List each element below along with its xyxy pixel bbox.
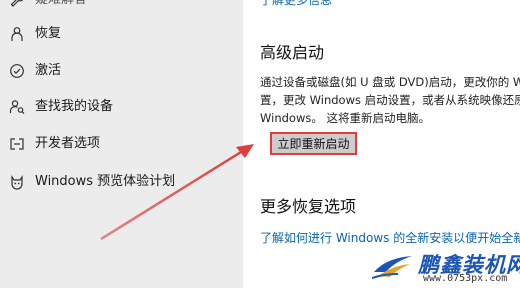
learn-more-link[interactable]: 了解更多信息 xyxy=(260,0,332,8)
cat-icon xyxy=(9,174,25,190)
more-recovery-heading: 更多恢复选项 xyxy=(260,197,357,216)
sidebar-item-find-my-device[interactable]: 查找我的设备 xyxy=(0,92,243,122)
sidebar-item-label: 恢复 xyxy=(35,26,62,41)
sidebar-item-windows-insider[interactable]: Windows 预览体验计划 xyxy=(0,167,243,197)
watermark-logo xyxy=(372,256,412,279)
sidebar-item-label: Windows 预览体验计划 xyxy=(35,174,176,189)
sidebar: 疑难解答 恢复 激活 查找我的设备 开发者选项 Windows 预览体验计划 xyxy=(0,0,243,288)
description-line: 置，更改 Windows 启动设置，或者从系统映像还原 xyxy=(260,93,520,107)
description-line: 通过设备或磁盘(如 U 盘或 DVD)启动，更改你的 W xyxy=(260,75,520,89)
sidebar-item-recovery[interactable]: 恢复 xyxy=(0,19,243,49)
watermark-url: www.0753px.com xyxy=(423,273,508,284)
person-search-icon xyxy=(9,99,25,115)
sidebar-item-label: 激活 xyxy=(35,63,62,78)
advanced-startup-description: 通过设备或磁盘(如 U 盘或 DVD)启动，更改你的 W 置，更改 Window… xyxy=(260,73,520,127)
developer-icon xyxy=(9,136,25,152)
description-line: Windows。 这将重新启动电脑。 xyxy=(260,111,430,125)
sidebar-item-label: 疑难解答 xyxy=(35,0,87,15)
sidebar-item-troubleshoot[interactable]: 疑难解答 xyxy=(0,0,243,15)
person-icon xyxy=(9,26,25,42)
sidebar-item-activation[interactable]: 激活 xyxy=(0,56,243,86)
advanced-startup-heading: 高级启动 xyxy=(260,43,325,62)
sidebar-item-label: 开发者选项 xyxy=(35,136,101,151)
wrench-icon xyxy=(9,0,25,8)
restart-now-button[interactable]: 立即重新启动 xyxy=(270,132,357,155)
main-content: 了解更多信息 高级启动 通过设备或磁盘(如 U 盘或 DVD)启动，更改你的 W… xyxy=(243,0,520,288)
clean-install-link[interactable]: 了解如何进行 Windows 的全新安装以便开始全新 xyxy=(260,229,520,246)
sidebar-item-developer-options[interactable]: 开发者选项 xyxy=(0,129,243,159)
sidebar-item-label: 查找我的设备 xyxy=(35,99,114,114)
check-circle-icon xyxy=(9,63,25,79)
watermark: 鹏鑫装机网 www.0753px.com xyxy=(372,246,520,288)
